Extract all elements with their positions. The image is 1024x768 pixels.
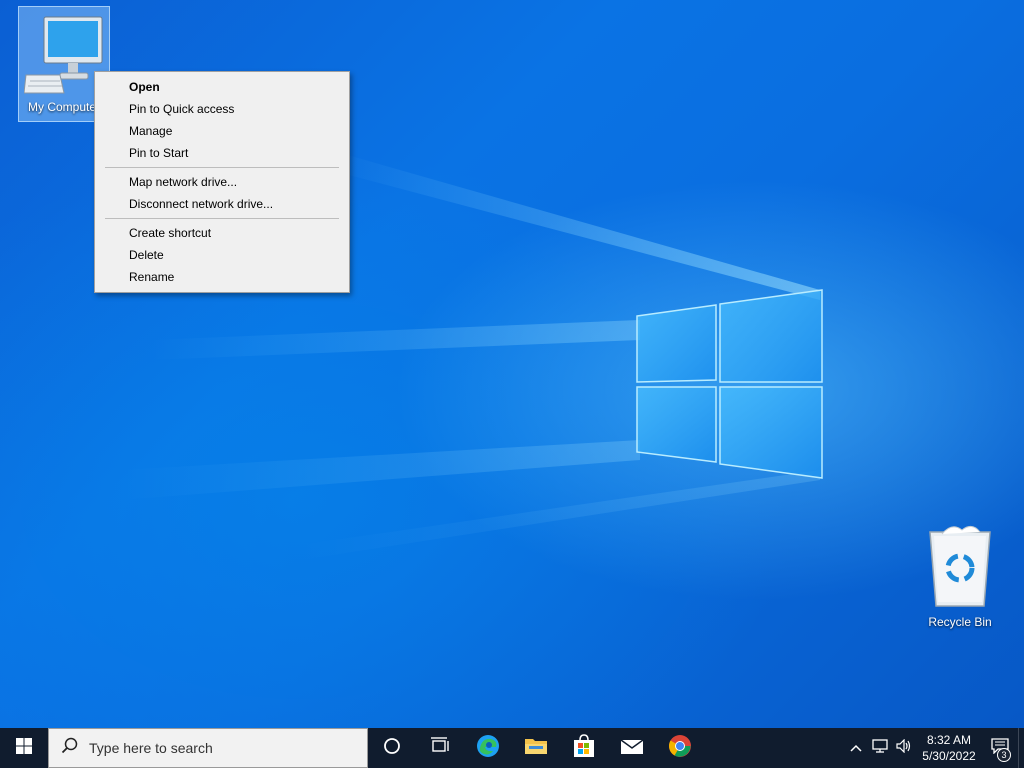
recycle-bin-desktop-icon[interactable]: Recycle Bin [914,522,1006,638]
network-icon [872,738,888,758]
taskbar: Type here to search 8:32 AM 5/30/2022 3 [0,728,1024,768]
task-view-icon [430,736,450,760]
menu-item-disconnect-network-drive[interactable]: Disconnect network drive... [95,193,349,215]
show-desktop-button[interactable] [1018,728,1024,768]
taskbar-search-box[interactable]: Type here to search [48,728,368,768]
start-button[interactable] [0,728,48,768]
menu-item-pin-to-start[interactable]: Pin to Start [95,142,349,164]
action-center-button[interactable]: 3 [982,728,1018,768]
system-tray: 8:32 AM 5/30/2022 3 [844,728,1024,768]
recycle-bin-icon [922,522,998,613]
taskbar-file-explorer-button[interactable] [512,728,560,768]
volume-button[interactable] [892,728,916,768]
menu-separator [105,167,339,168]
cortana-circle-icon [383,737,401,760]
menu-item-rename[interactable]: Rename [95,266,349,288]
taskbar-chrome-button[interactable] [656,728,704,768]
menu-item-open[interactable]: Open [95,76,349,98]
search-placeholder: Type here to search [89,740,213,756]
folder-icon [524,736,548,761]
menu-item-manage[interactable]: Manage [95,120,349,142]
edge-icon [476,734,500,763]
recycle-bin-label: Recycle Bin [928,615,992,629]
windows-logo-icon [16,737,32,759]
search-icon [61,737,79,760]
menu-item-create-shortcut[interactable]: Create shortcut [95,222,349,244]
cortana-button[interactable] [368,728,416,768]
mail-icon [620,737,644,760]
network-button[interactable] [868,728,892,768]
store-icon [572,733,596,763]
clock-time: 8:32 AM [926,733,972,747]
chrome-icon [668,734,692,763]
speaker-icon [896,738,912,758]
menu-item-map-network-drive[interactable]: Map network drive... [95,171,349,193]
taskbar-mail-button[interactable] [608,728,656,768]
taskbar-store-button[interactable] [560,728,608,768]
menu-item-delete[interactable]: Delete [95,244,349,266]
menu-separator [105,218,339,219]
show-hidden-icons-button[interactable] [844,728,868,768]
chevron-up-icon [850,739,862,757]
taskbar-clock[interactable]: 8:32 AM 5/30/2022 [916,732,982,764]
taskbar-edge-button[interactable] [464,728,512,768]
context-menu: Open Pin to Quick access Manage Pin to S… [94,71,350,293]
clock-date: 5/30/2022 [922,749,976,763]
menu-item-pin-quick-access[interactable]: Pin to Quick access [95,98,349,120]
task-view-button[interactable] [416,728,464,768]
notification-count-badge: 3 [997,748,1011,762]
computer-icon [23,13,104,98]
desktop[interactable]: My Computer Recycle Bin Open Pin to Quic… [0,0,1024,728]
my-computer-label: My Computer [27,100,101,114]
